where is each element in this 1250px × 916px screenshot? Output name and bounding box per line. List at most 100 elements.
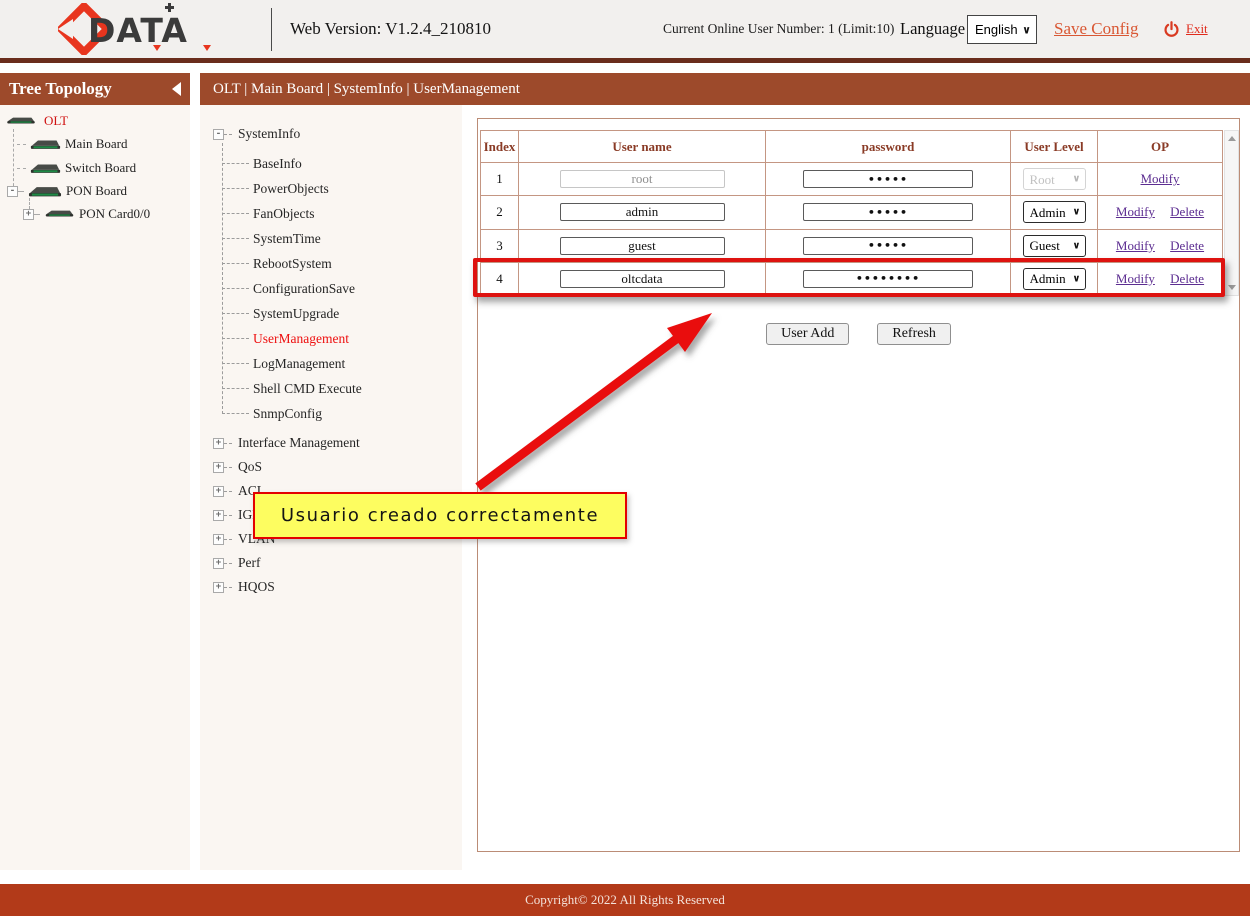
tree-topology-title: Tree Topology <box>9 79 112 98</box>
sidebar-item-switch-board[interactable]: Switch Board <box>17 159 136 177</box>
nav-item-usermanagement[interactable]: UserManagement <box>222 326 462 351</box>
nav-item-logmanagement[interactable]: LogManagement <box>222 351 462 376</box>
tree-dash <box>224 134 232 135</box>
password-input[interactable] <box>803 237 973 255</box>
modify-link[interactable]: Modify <box>1116 204 1155 219</box>
refresh-button[interactable]: Refresh <box>877 323 951 345</box>
username-input[interactable] <box>560 237 725 255</box>
language-select[interactable]: English <box>967 15 1037 44</box>
nav-item-systemtime[interactable]: SystemTime <box>222 226 462 251</box>
user-level-select[interactable]: Admin <box>1023 201 1086 223</box>
user-level-select-wrap: Root <box>1023 168 1086 190</box>
system-nav-panel: - SystemInfo BaseInfo PowerObjects FanOb… <box>200 105 462 870</box>
table-scrollbar[interactable] <box>1224 130 1239 296</box>
pon-card-device-icon <box>44 209 75 219</box>
toast-text: Usuario creado correctamente <box>281 505 599 526</box>
cdata-logo-icon: DATA <box>58 3 228 55</box>
modify-link[interactable]: Modify <box>1141 171 1180 186</box>
save-config-link[interactable]: Save Config <box>1054 0 1139 58</box>
table-row: 1 Root Modify <box>481 163 1223 196</box>
user-level-select-wrap: Admin <box>1023 268 1086 290</box>
nav-item-systeminfo[interactable]: - SystemInfo <box>213 123 462 145</box>
scroll-down-icon[interactable] <box>1228 285 1236 290</box>
user-table-zone: Index User name password User Level OP 1 <box>480 130 1239 296</box>
expand-expander-icon[interactable]: + <box>213 534 224 545</box>
modify-link[interactable]: Modify <box>1116 271 1155 286</box>
tree-dash <box>224 443 232 444</box>
row-index: 2 <box>481 196 519 229</box>
username-input[interactable] <box>560 203 725 221</box>
modify-link[interactable]: Modify <box>1116 238 1155 253</box>
footer: Copyright© 2022 All Rights Reserved <box>0 884 1250 916</box>
expand-expander-icon[interactable]: + <box>213 438 224 449</box>
user-level-select[interactable]: Admin <box>1023 268 1086 290</box>
success-toast: Usuario creado correctamente <box>253 492 627 539</box>
exit-link[interactable]: Exit <box>1186 0 1208 58</box>
power-icon[interactable] <box>1163 21 1180 38</box>
delete-link[interactable]: Delete <box>1170 238 1204 253</box>
nav-item-label: QoS <box>238 459 262 475</box>
user-level-select-wrap: Admin <box>1023 201 1086 223</box>
tree-dash <box>17 144 26 145</box>
delete-link[interactable]: Delete <box>1170 271 1204 286</box>
sidebar-item-olt[interactable]: OLT <box>4 112 68 130</box>
table-row-highlighted: 4 Admin Modify Delete <box>481 262 1223 295</box>
expand-expander-icon[interactable]: + <box>213 510 224 521</box>
username-input[interactable] <box>560 170 725 188</box>
nav-item-interface-management[interactable]: + Interface Management <box>213 431 462 455</box>
nav-item-fanobjects[interactable]: FanObjects <box>222 201 462 226</box>
nav-item-configurationsave[interactable]: ConfigurationSave <box>222 276 462 301</box>
expand-expander-icon[interactable]: + <box>213 462 224 473</box>
header-rule <box>0 58 1250 63</box>
sidebar-item-main-board[interactable]: Main Board <box>17 135 127 153</box>
nav-item-powerobjects[interactable]: PowerObjects <box>222 176 462 201</box>
expand-expander-icon[interactable]: + <box>213 486 224 497</box>
col-header-password: password <box>766 131 1011 163</box>
nav-item-hqos[interactable]: + HQOS <box>213 575 462 599</box>
language-select-wrap: English <box>967 15 1037 44</box>
collapse-expander-icon[interactable]: - <box>7 186 18 197</box>
header-divider <box>271 8 272 51</box>
user-level-select: Root <box>1023 168 1086 190</box>
web-version-text: Web Version: V1.2.4_210810 <box>290 0 491 58</box>
user-add-button[interactable]: User Add <box>766 323 849 345</box>
nav-item-rebootsystem[interactable]: RebootSystem <box>222 251 462 276</box>
switch-board-device-icon <box>30 162 61 174</box>
table-header-row: Index User name password User Level OP <box>481 131 1223 163</box>
table-row: 3 Guest Modify Delete <box>481 229 1223 262</box>
nav-item-perf[interactable]: + Perf <box>213 551 462 575</box>
password-input[interactable] <box>803 170 973 188</box>
expand-expander-icon[interactable]: + <box>23 209 34 220</box>
col-header-level: User Level <box>1011 131 1098 163</box>
col-header-username: User name <box>519 131 766 163</box>
expand-expander-icon[interactable]: + <box>213 582 224 593</box>
user-table: Index User name password User Level OP 1 <box>480 130 1223 296</box>
nav-item-baseinfo[interactable]: BaseInfo <box>222 151 462 176</box>
expand-expander-icon[interactable]: + <box>213 558 224 569</box>
tree-dash <box>224 467 232 468</box>
password-input[interactable] <box>803 203 973 221</box>
nav-item-label: Perf <box>238 555 261 571</box>
sidebar-item-pon-board[interactable]: - PON Board <box>7 182 127 200</box>
username-input[interactable] <box>560 270 725 288</box>
tree-topology-panel: OLT Main Board Switch Board - PON Board … <box>0 105 190 870</box>
logo-text: DATA <box>88 11 188 50</box>
nav-item-shell-cmd-execute[interactable]: Shell CMD Execute <box>222 376 462 401</box>
row-index: 4 <box>481 262 519 295</box>
breadcrumb: OLT | Main Board | SystemInfo | UserMana… <box>200 73 1250 105</box>
collapse-expander-icon[interactable]: - <box>213 129 224 140</box>
delete-link[interactable]: Delete <box>1170 204 1204 219</box>
collapse-sidebar-icon[interactable] <box>172 82 181 96</box>
nav-item-systemupgrade[interactable]: SystemUpgrade <box>222 301 462 326</box>
sidebar-item-pon-card[interactable]: + PON Card0/0 <box>23 205 150 223</box>
tree-dash <box>224 587 232 588</box>
password-input[interactable] <box>803 270 973 288</box>
user-level-select[interactable]: Guest <box>1023 235 1086 257</box>
nav-item-qos[interactable]: + QoS <box>213 455 462 479</box>
nav-item-snmpconfig[interactable]: SnmpConfig <box>222 401 462 426</box>
sidebar-item-label: OLT <box>44 113 68 129</box>
tree-topology-header: Tree Topology <box>0 73 190 105</box>
tree-dash <box>34 214 40 215</box>
scroll-up-icon[interactable] <box>1228 136 1236 141</box>
tree-dash <box>224 491 232 492</box>
